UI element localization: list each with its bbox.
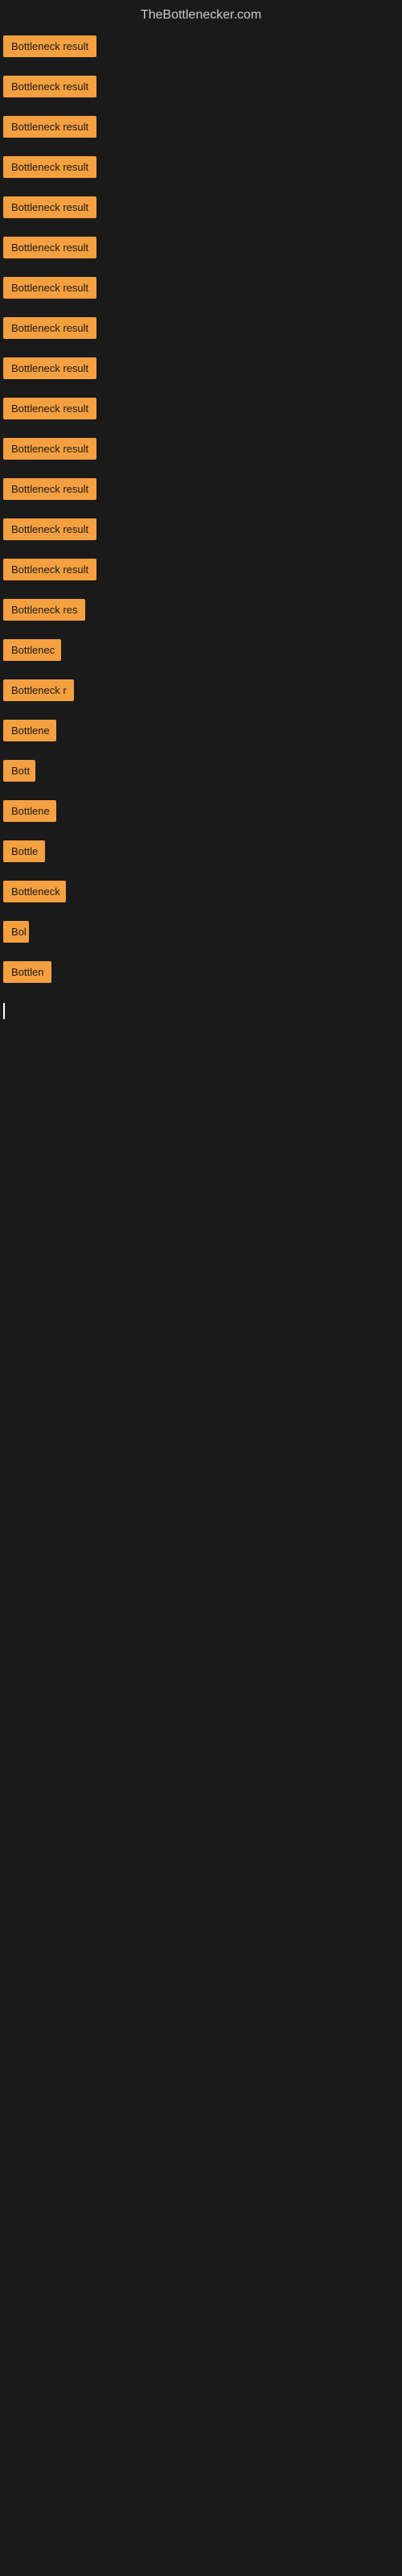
bottleneck-row-23: Bol [0, 914, 402, 955]
bottleneck-row-1: Bottleneck result [0, 29, 402, 69]
bottleneck-row-3: Bottleneck result [0, 109, 402, 150]
site-title: TheBottlenecker.com [0, 0, 402, 29]
bottleneck-row-17: Bottleneck r [0, 673, 402, 713]
bottleneck-badge-15[interactable]: Bottleneck res [3, 599, 85, 621]
bottleneck-row-19: Bott [0, 753, 402, 794]
bottleneck-badge-10[interactable]: Bottleneck result [3, 398, 96, 419]
bottleneck-row-20: Bottlene [0, 794, 402, 834]
bottleneck-row-10: Bottleneck result [0, 391, 402, 431]
bottleneck-row-4: Bottleneck result [0, 150, 402, 190]
bottleneck-row-12: Bottleneck result [0, 472, 402, 512]
bottleneck-row-8: Bottleneck result [0, 311, 402, 351]
bottleneck-row-2: Bottleneck result [0, 69, 402, 109]
bottleneck-row-14: Bottleneck result [0, 552, 402, 592]
bottleneck-row-15: Bottleneck res [0, 592, 402, 633]
bottleneck-badge-4[interactable]: Bottleneck result [3, 156, 96, 178]
bottleneck-badge-24[interactable]: Bottlen [3, 961, 51, 983]
bottleneck-row-7: Bottleneck result [0, 270, 402, 311]
bottleneck-badge-20[interactable]: Bottlene [3, 800, 56, 822]
bottleneck-badge-7[interactable]: Bottleneck result [3, 277, 96, 299]
bottleneck-badge-8[interactable]: Bottleneck result [3, 317, 96, 339]
bottleneck-badge-6[interactable]: Bottleneck result [3, 237, 96, 258]
bottleneck-row-18: Bottlene [0, 713, 402, 753]
bottleneck-badge-12[interactable]: Bottleneck result [3, 478, 96, 500]
bottleneck-badge-14[interactable]: Bottleneck result [3, 559, 96, 580]
bottleneck-badge-13[interactable]: Bottleneck result [3, 518, 96, 540]
cursor-line [3, 1003, 5, 1019]
bottleneck-badge-2[interactable]: Bottleneck result [3, 76, 96, 97]
bottleneck-badge-3[interactable]: Bottleneck result [3, 116, 96, 138]
bottleneck-row-22: Bottleneck [0, 874, 402, 914]
bottleneck-badge-18[interactable]: Bottlene [3, 720, 56, 741]
bottleneck-badge-11[interactable]: Bottleneck result [3, 438, 96, 460]
bottleneck-badge-9[interactable]: Bottleneck result [3, 357, 96, 379]
bottleneck-row-5: Bottleneck result [0, 190, 402, 230]
bottleneck-badge-17[interactable]: Bottleneck r [3, 679, 74, 701]
bottleneck-badge-1[interactable]: Bottleneck result [3, 35, 96, 57]
bottleneck-badge-21[interactable]: Bottle [3, 840, 45, 862]
bottleneck-row-13: Bottleneck result [0, 512, 402, 552]
bottleneck-row-9: Bottleneck result [0, 351, 402, 391]
bottleneck-badge-22[interactable]: Bottleneck [3, 881, 66, 902]
bottleneck-badge-16[interactable]: Bottlenec [3, 639, 61, 661]
bottleneck-badge-19[interactable]: Bott [3, 760, 35, 782]
bottleneck-row-11: Bottleneck result [0, 431, 402, 472]
bottleneck-badge-5[interactable]: Bottleneck result [3, 196, 96, 218]
bottleneck-row-16: Bottlenec [0, 633, 402, 673]
bottleneck-row-21: Bottle [0, 834, 402, 874]
bottleneck-row-24: Bottlen [0, 955, 402, 995]
bottleneck-badge-23[interactable]: Bol [3, 921, 29, 943]
bottleneck-row-6: Bottleneck result [0, 230, 402, 270]
